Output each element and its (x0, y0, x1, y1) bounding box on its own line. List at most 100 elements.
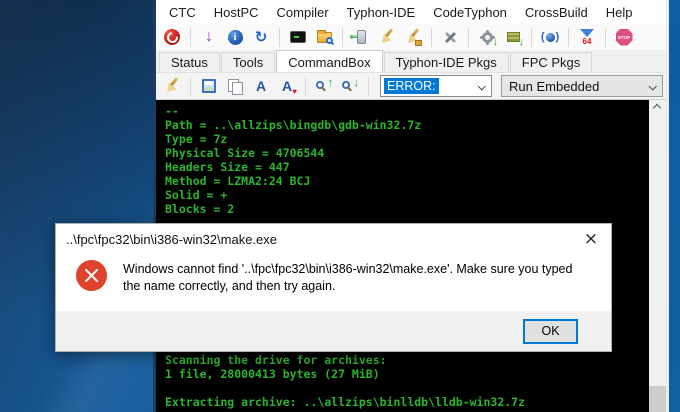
folder-search-icon[interactable] (313, 26, 335, 48)
filter-64-label: 64 (583, 38, 592, 46)
tab-bar: Status Tools CommandBox Typhon-IDE Pkgs … (156, 50, 666, 72)
menu-crossbuild[interactable]: CrossBuild (516, 2, 597, 23)
menu-hostpc[interactable]: HostPC (205, 2, 268, 23)
console-line: Scanning the drive for archives: (165, 353, 525, 367)
web-icon[interactable]: () (539, 26, 561, 48)
error-filter-value: ERROR: (384, 78, 439, 94)
console-line: Path = ..\allzips\bingdb\gdb-win32.7z (165, 118, 421, 132)
folder-icon-art (317, 32, 332, 43)
copy-icon[interactable] (224, 75, 246, 97)
stop-sign-art: STOP (616, 29, 633, 46)
scrollbar-thumb[interactable] (649, 386, 666, 412)
power-icon[interactable] (161, 26, 183, 48)
toolbar-separator (305, 77, 306, 96)
console-line: Extracting archive: ..\allzips\binlldb\l… (165, 395, 525, 409)
console-line: Type = 7z (165, 132, 421, 146)
font-a-glyph: A (282, 79, 292, 93)
tools-icon[interactable] (439, 26, 461, 48)
menu-codetyphon[interactable]: CodeTyphon (424, 2, 516, 23)
console-line: Physical Size = 4706544 (165, 146, 421, 160)
clean-box-icon[interactable] (402, 26, 424, 48)
magnifier-up-art: ↑ (315, 77, 333, 95)
console-line: Headers Size = 447 (165, 160, 421, 174)
dialog-footer: OK (56, 311, 611, 351)
toolbar-separator (368, 77, 369, 96)
download-glyph: ↓ (205, 29, 213, 45)
tab-typhon-ide-pkgs[interactable]: Typhon-IDE Pkgs (384, 52, 509, 72)
tab-fpc-pkgs[interactable]: FPC Pkgs (510, 52, 593, 72)
run-mode-combobox[interactable]: Run Embedded (501, 75, 663, 97)
gear-download-icon[interactable]: ↓ (476, 26, 498, 48)
dialog-message: Windows cannot find '..\fpc\fpc32\bin\i3… (123, 260, 578, 295)
tab-tools[interactable]: Tools (221, 52, 275, 72)
commandbox-toolbar: A A♥ ↑ ↓ ERROR: Run Embedded (156, 72, 666, 100)
menu-typhon-ide[interactable]: Typhon-IDE (338, 2, 425, 23)
console-line: -- (165, 104, 421, 118)
tools-icon-art (442, 29, 458, 45)
toolbar-separator (605, 28, 606, 47)
info-glyph: i (228, 30, 243, 45)
terminal-icon-art (290, 31, 306, 43)
broom-box-icon-art (404, 28, 422, 46)
console-line: Solid = + (165, 188, 421, 202)
tab-status[interactable]: Status (159, 52, 220, 72)
chevron-down-icon (477, 82, 485, 90)
font-a-glyph: A (256, 79, 266, 93)
broom-icon-art (378, 28, 396, 46)
device-icon-art (357, 30, 366, 44)
copy-icon-art (228, 79, 242, 94)
save-icon[interactable] (198, 75, 220, 97)
filter-64-icon[interactable]: 64 (576, 26, 598, 48)
power-icon-art (164, 29, 180, 45)
scrollbar-up-icon[interactable] (653, 104, 661, 112)
menu-ctc[interactable]: CTC (160, 2, 205, 23)
dialog-title: ..\fpc\fpc32\bin\i386-win32\make.exe (66, 232, 277, 247)
menu-compiler[interactable]: Compiler (268, 2, 338, 23)
close-icon[interactable]: × (571, 224, 611, 254)
error-filter-combobox[interactable]: ERROR: (380, 75, 492, 97)
font-icon[interactable]: A (250, 75, 272, 97)
clean-icon[interactable] (161, 75, 183, 97)
floppy-icon-art (202, 79, 216, 93)
sync-icon[interactable]: ↻ (250, 26, 272, 48)
toolbar-separator (468, 28, 469, 47)
magnifier-icon (326, 37, 333, 44)
broom-icon-art (163, 77, 181, 95)
console-line: Method = LZMA2:24 BCJ (165, 174, 421, 188)
toolbar-separator (342, 28, 343, 47)
magnifier-down-art: ↓ (341, 77, 359, 95)
download-arrow-icon[interactable]: ↓ (198, 26, 220, 48)
console-line: 1 file, 28000413 bytes (27 MiB) (165, 367, 525, 381)
stop-icon[interactable]: STOP (613, 26, 635, 48)
heart-icon: ♥ (292, 88, 297, 96)
dialog-titlebar: ..\fpc\fpc32\bin\i386-win32\make.exe × (56, 224, 611, 254)
up-arrow-glyph: ↑ (328, 78, 334, 89)
run-mode-value: Run Embedded (509, 79, 599, 94)
console-output-bottom: Scanning the drive for archives: 1 file,… (165, 353, 525, 409)
bricks-download-icon[interactable]: ↓ (502, 26, 524, 48)
tab-commandbox[interactable]: CommandBox (276, 50, 382, 72)
search-down-icon[interactable]: ↓ (339, 75, 361, 97)
console-line: Blocks = 2 (165, 202, 421, 216)
ok-button[interactable]: OK (523, 319, 578, 344)
menu-help[interactable]: Help (597, 2, 642, 23)
clean-icon[interactable] (376, 26, 398, 48)
import-icon[interactable] (350, 26, 372, 48)
terminal-icon[interactable] (287, 26, 309, 48)
console-line (165, 381, 525, 395)
funnel-icon-art: 64 (580, 29, 594, 46)
toolbar-separator (279, 28, 280, 47)
toolbar-separator (190, 77, 191, 96)
console-scrollbar[interactable] (649, 100, 666, 412)
chevron-down-icon (648, 82, 656, 90)
web-icon-art: () (541, 31, 559, 43)
toolbar-separator (190, 28, 191, 47)
search-up-icon[interactable]: ↑ (313, 75, 335, 97)
font-color-icon[interactable]: A♥ (276, 75, 298, 97)
make-exe-error-dialog: ..\fpc\fpc32\bin\i386-win32\make.exe × ×… (55, 223, 612, 352)
toolbar-separator (431, 28, 432, 47)
error-icon: × (76, 260, 107, 291)
menu-bar: CTC HostPC Compiler Typhon-IDE CodeTypho… (156, 0, 666, 24)
info-icon[interactable]: i (224, 26, 246, 48)
toolbar-separator (531, 28, 532, 47)
